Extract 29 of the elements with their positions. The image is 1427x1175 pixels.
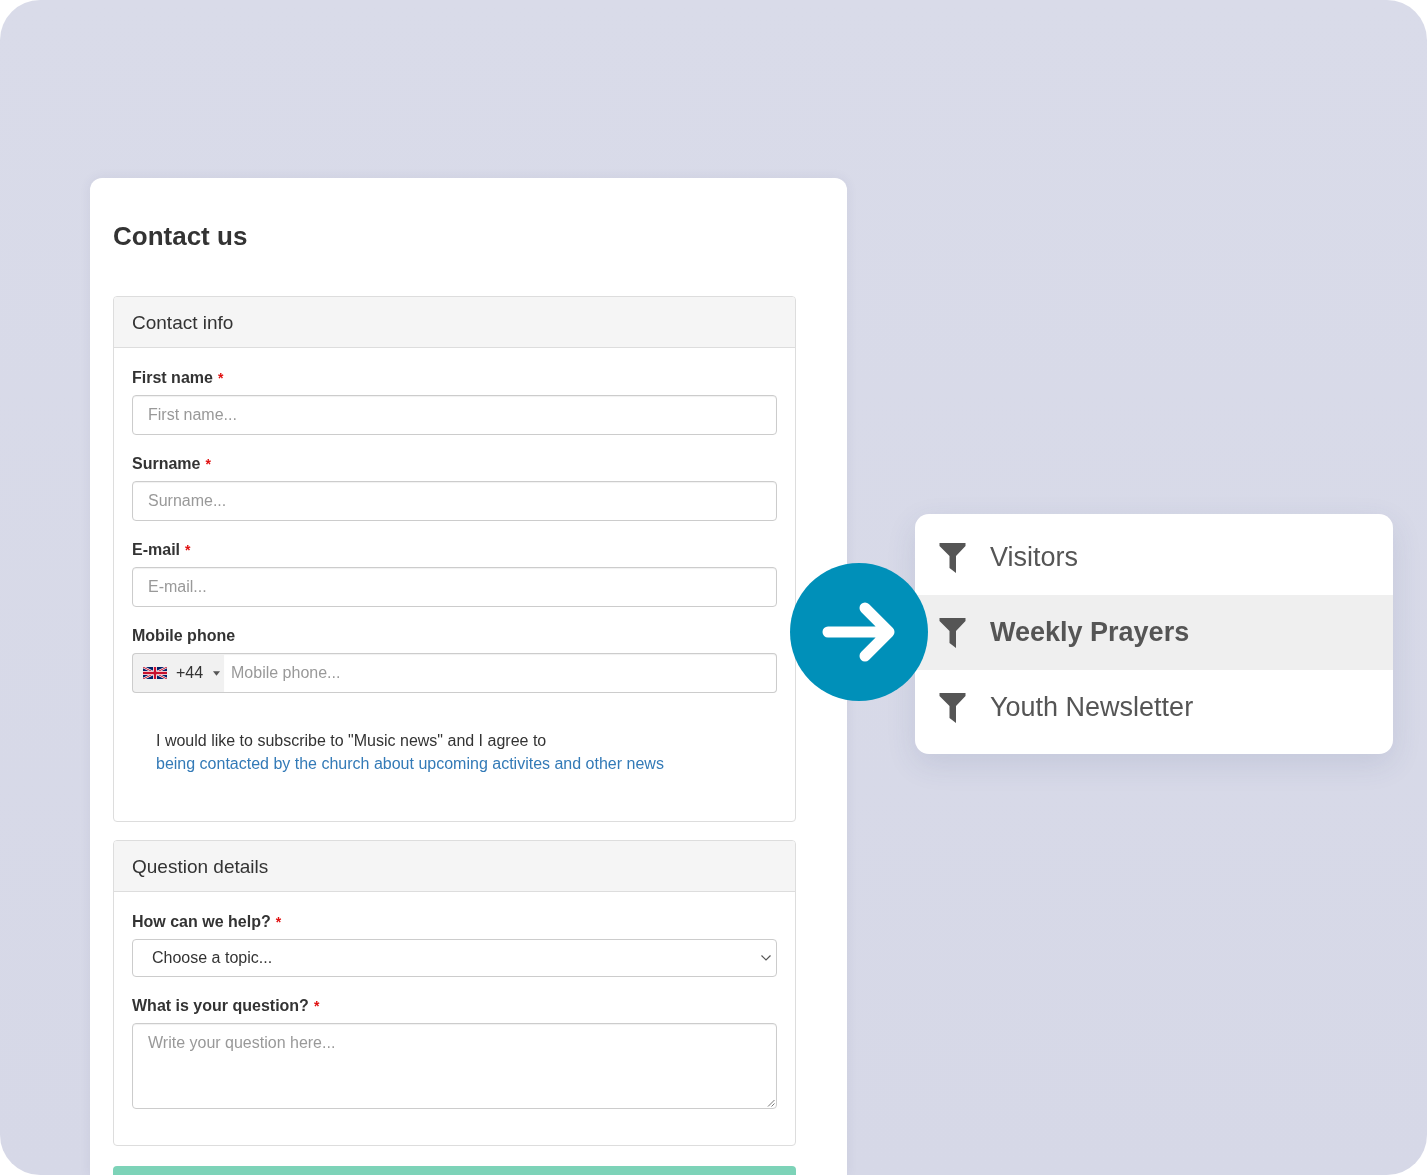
text-input[interactable]: Surname...	[132, 481, 777, 521]
required-asterisk: *	[185, 541, 191, 560]
panel-heading: Contact info	[114, 297, 795, 348]
consent-text: I would like to subscribe to "Music news" and I agree to being contacted by the church about upcoming activites and other news	[155, 731, 665, 774]
field-label: First name	[132, 368, 213, 388]
chevron-down-icon	[761, 955, 771, 961]
field-label: What is your question?	[132, 996, 309, 1016]
list-item[interactable]: Youth Newsletter	[915, 670, 1393, 745]
filter-icon	[939, 692, 966, 723]
required-asterisk: *	[217, 369, 224, 388]
question-textarea[interactable]: Write your question here...	[132, 1023, 777, 1109]
field-label: Surname	[132, 454, 201, 474]
required-asterisk: *	[313, 997, 320, 1016]
text-input[interactable]: E-mail...	[132, 567, 777, 607]
text-input[interactable]: First name...	[132, 395, 777, 435]
field-label: How can we help?	[132, 912, 271, 932]
list-item[interactable]: Weekly Prayers	[915, 595, 1393, 670]
filter-icon	[939, 617, 966, 648]
required-asterisk: *	[275, 913, 282, 932]
filter-icon	[939, 542, 966, 573]
panel-heading: Question details	[114, 841, 795, 892]
field-label: Mobile phone	[132, 626, 236, 646]
list-item[interactable]: Visitors	[915, 520, 1393, 595]
form-title: Contact us	[113, 220, 249, 252]
field-label: E-mail	[132, 540, 180, 560]
resize-grip-icon[interactable]	[767, 1099, 775, 1107]
required-asterisk: *	[205, 455, 211, 474]
consent-link[interactable]: being contacted by the church about upcoming activites and other news	[156, 755, 664, 772]
topic-select[interactable]: Choose a topic...	[132, 939, 777, 977]
